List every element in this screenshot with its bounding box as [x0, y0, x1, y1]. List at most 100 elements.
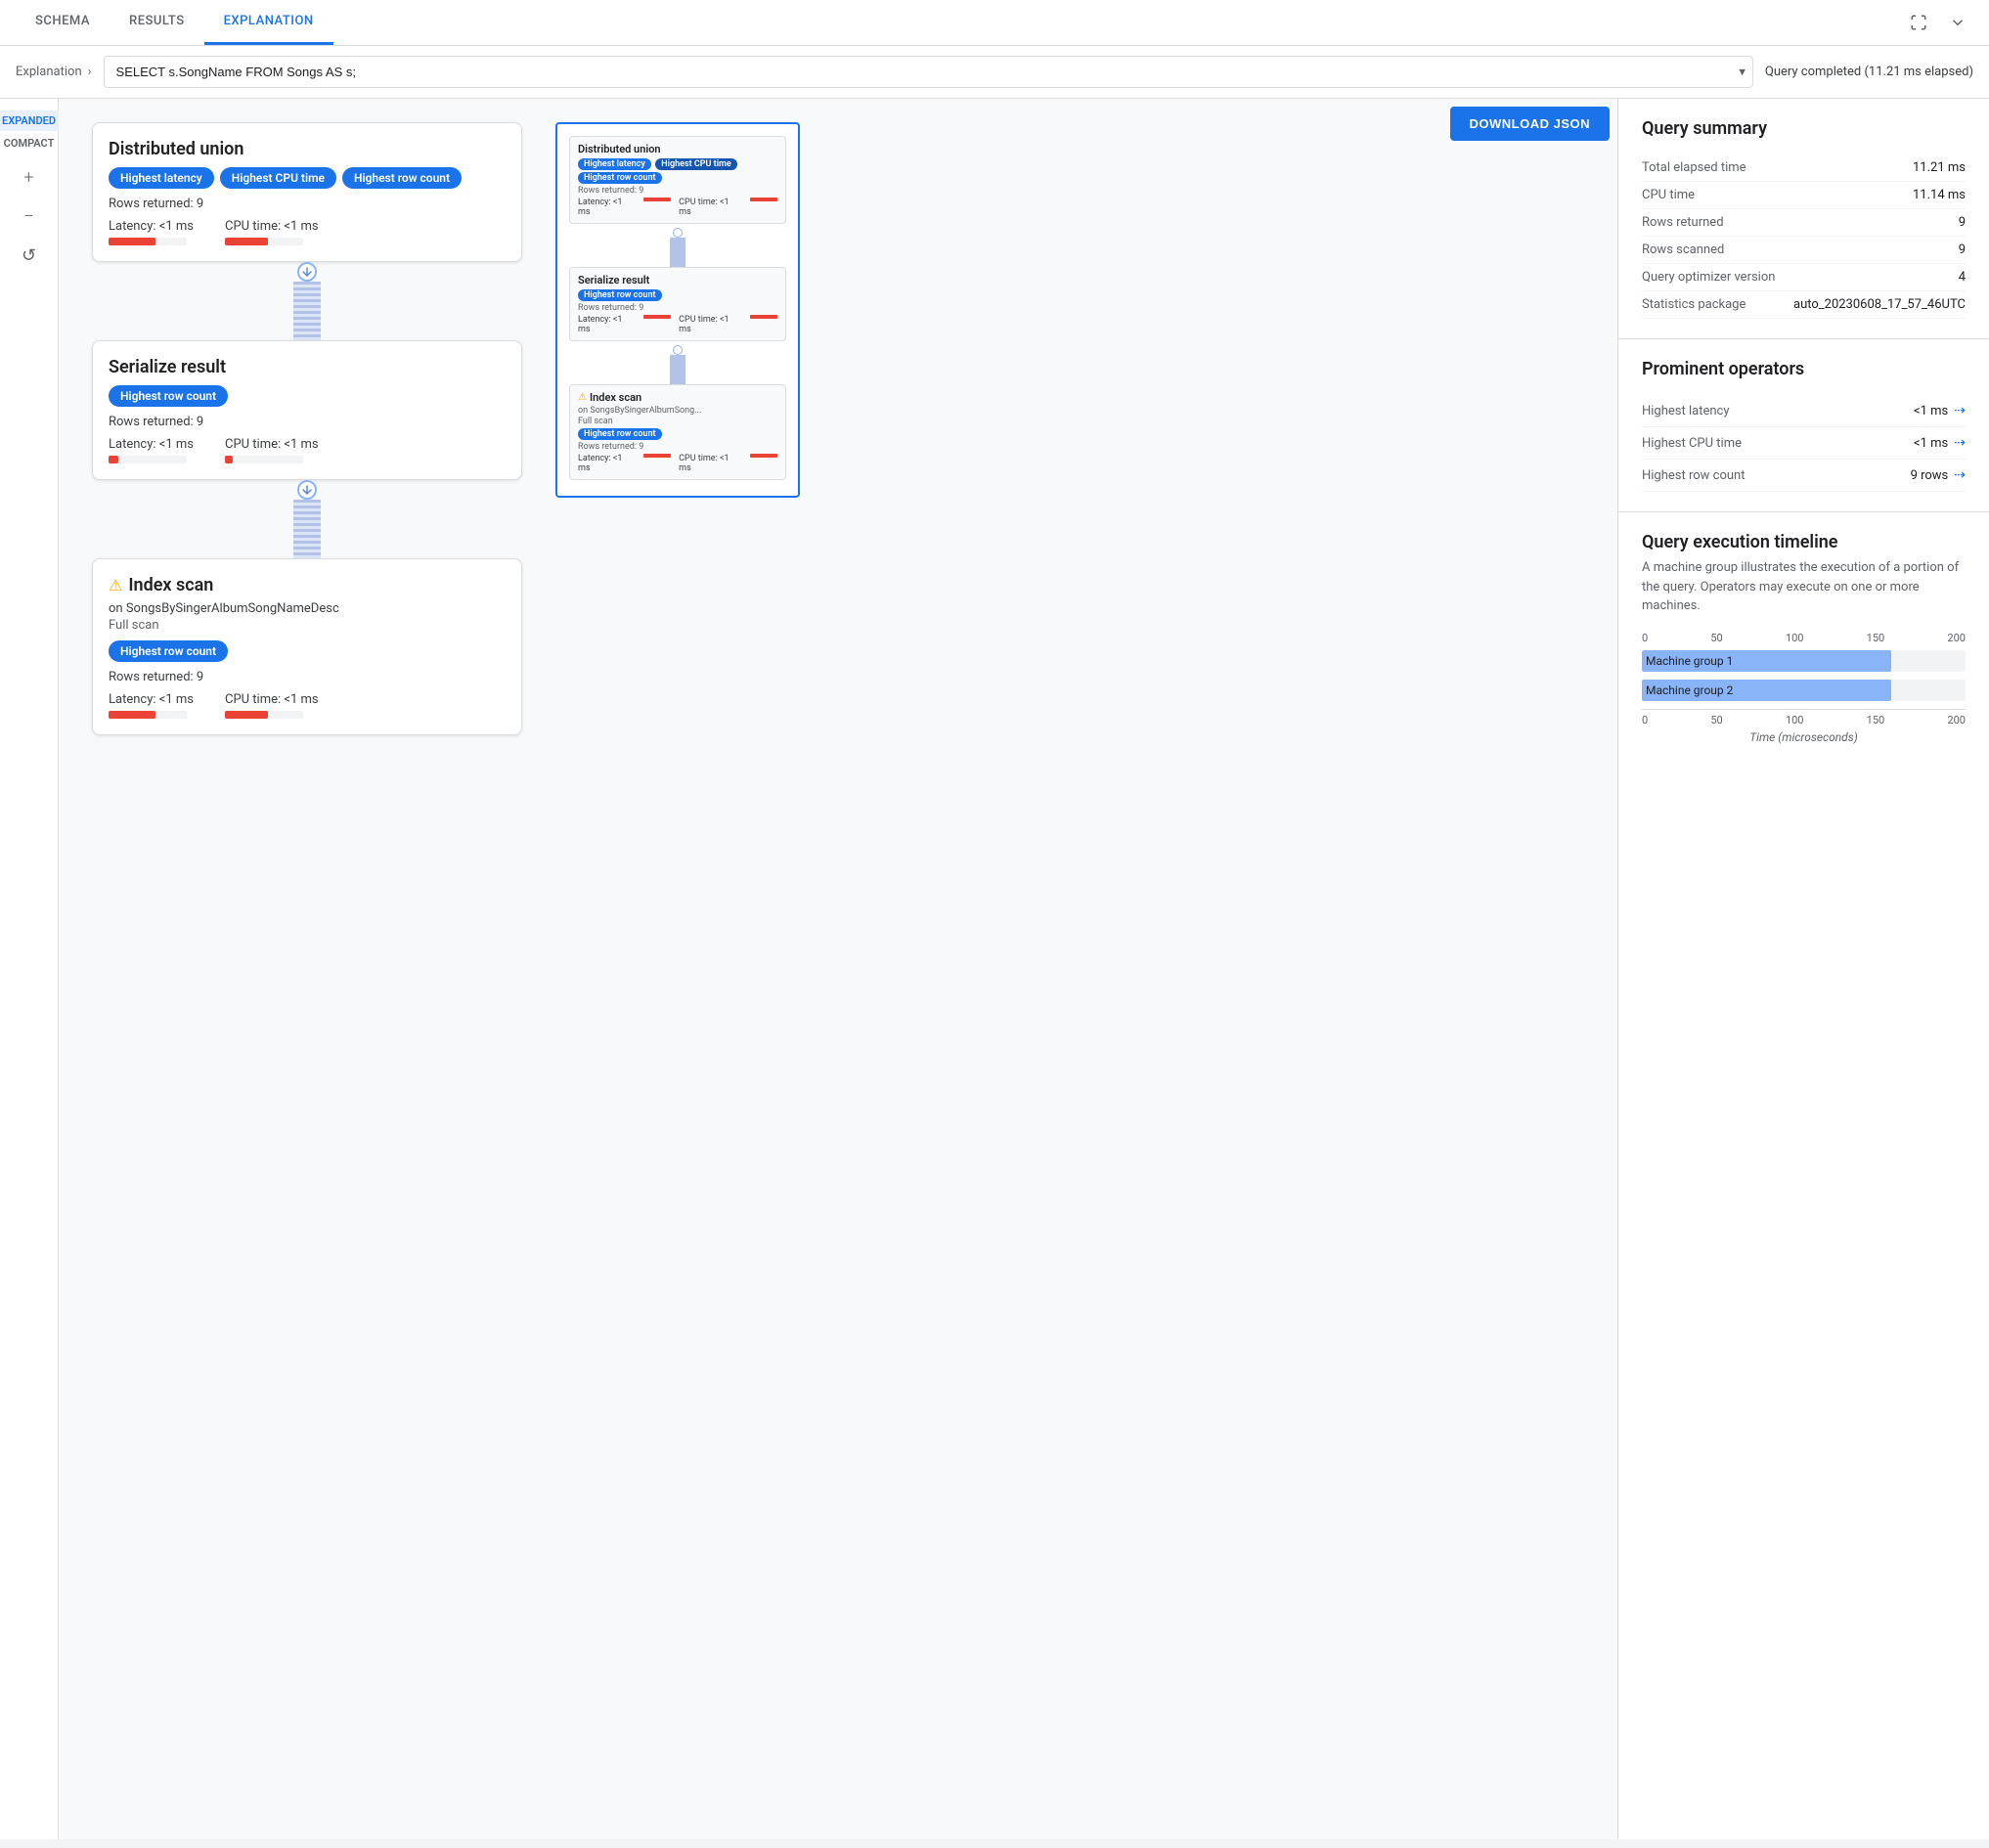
query-input-wrap: ▾	[104, 56, 1753, 88]
prominent-row-2: Highest row count 9 rows ⇢	[1642, 460, 1966, 492]
reset-icon[interactable]: ↺	[14, 240, 45, 271]
summary-row-1: CPU time 11.14 ms	[1642, 182, 1966, 209]
tabs-container: SCHEMA RESULTS EXPLANATION	[16, 0, 333, 45]
chart-bar-track-0: Machine group 1	[1642, 650, 1966, 672]
chart-bar-label-0: Machine group 1	[1646, 654, 1733, 668]
node-distributed-union[interactable]: Distributed union Highest latency Highes…	[92, 122, 522, 262]
query-summary-section: Query summary Total elapsed time 11.21 m…	[1618, 99, 1989, 339]
prominent-label-2: Highest row count	[1642, 468, 1745, 483]
mini-subtitle2-3: Full scan	[578, 417, 777, 426]
summary-label-3: Rows scanned	[1642, 242, 1724, 257]
metrics-row-2: Latency: <1 ms CPU time: <1 ms	[109, 437, 506, 463]
breadcrumb-chevron: ›	[88, 65, 92, 79]
node-subtitle-index-scan: on SongsBySingerAlbumSongNameDesc	[109, 601, 506, 616]
mini-badge-cpu: Highest CPU time	[655, 158, 736, 170]
mini-rows-2: Rows returned: 9	[578, 303, 777, 313]
chart-row-0: Machine group 1	[1642, 650, 1966, 672]
cpu-bar-1	[225, 238, 268, 245]
query-input[interactable]	[104, 56, 1753, 88]
cpu-label-1: CPU time: <1 ms	[225, 219, 319, 234]
breadcrumb: Explanation ›	[16, 65, 92, 79]
prominent-operators-title: Prominent operators	[1642, 359, 1966, 379]
node-title-serialize: Serialize result	[109, 357, 506, 377]
chart-bars: Machine group 1 Machine group 2	[1642, 650, 1966, 701]
mini-cpu-bar-3	[750, 454, 777, 458]
summary-row-0: Total elapsed time 11.21 ms	[1642, 154, 1966, 182]
rows-returned-3: Rows returned: 9	[109, 670, 506, 684]
prominent-value-2: 9 rows ⇢	[1911, 467, 1966, 483]
zoom-in-icon[interactable]: +	[14, 161, 45, 193]
node-index-scan[interactable]: ⚠ Index scan on SongsBySingerAlbumSongNa…	[92, 558, 522, 735]
prominent-operators-section: Prominent operators Highest latency <1 m…	[1618, 339, 1989, 512]
download-json-button[interactable]: DOWNLOAD JSON	[1450, 107, 1611, 141]
summary-row-3: Rows scanned 9	[1642, 237, 1966, 264]
right-panel: Query summary Total elapsed time 11.21 m…	[1617, 99, 1989, 1839]
query-dropdown-icon[interactable]: ▾	[1739, 65, 1746, 79]
mini-metrics-1: Latency: <1 ms CPU time: <1 ms	[578, 198, 777, 217]
badge-highest-row-count-1[interactable]: Highest row count	[342, 167, 462, 189]
chart-row-1: Machine group 2	[1642, 680, 1966, 701]
tab-results[interactable]: RESULTS	[110, 0, 204, 45]
node-badges-distributed-union: Highest latency Highest CPU time Highest…	[109, 167, 506, 189]
link-icon-0[interactable]: ⇢	[1954, 403, 1966, 418]
diagram-area: DOWNLOAD JSON Distributed union Highest …	[59, 99, 1617, 1839]
cpu-bar-3	[225, 711, 268, 719]
latency-bar-wrap-1	[109, 238, 187, 245]
summary-row-5: Statistics package auto_20230608_17_57_4…	[1642, 291, 1966, 319]
mini-latency-bar-1	[643, 198, 671, 201]
x-label-4: 200	[1947, 632, 1966, 644]
node-badges-serialize: Highest row count	[109, 385, 506, 407]
summary-label-4: Query optimizer version	[1642, 270, 1775, 285]
x-label-bottom-1: 50	[1710, 714, 1722, 726]
latency-bar-wrap-3	[109, 711, 187, 719]
mini-connector-bar-1	[670, 238, 685, 267]
x-label-2: 100	[1786, 632, 1804, 644]
timeline-title: Query execution timeline	[1642, 532, 1966, 552]
summary-label-0: Total elapsed time	[1642, 160, 1746, 175]
connector-1	[293, 262, 321, 340]
mini-subtitle-3: on SongsBySingerAlbumSong...	[578, 406, 777, 416]
cpu-metric-3: CPU time: <1 ms	[225, 692, 319, 719]
x-label-bottom-2: 100	[1786, 714, 1804, 726]
rows-returned-2: Rows returned: 9	[109, 415, 506, 429]
tab-explanation[interactable]: EXPLANATION	[204, 0, 333, 45]
summary-value-5: auto_20230608_17_57_46UTC	[1793, 297, 1966, 312]
diagram-container: Distributed union Highest latency Highes…	[82, 122, 1594, 735]
badge-highest-row-count-3[interactable]: Highest row count	[109, 640, 228, 662]
summary-value-0: 11.21 ms	[1913, 160, 1966, 175]
node-title-index-scan: Index scan	[128, 575, 213, 595]
link-icon-2[interactable]: ⇢	[1954, 467, 1966, 483]
mini-node-3: ⚠ Index scan on SongsBySingerAlbumSong..…	[569, 384, 786, 480]
left-sidebar: EXPANDED COMPACT + − ↺	[0, 99, 59, 1839]
chevron-down-icon[interactable]	[1942, 7, 1973, 38]
mini-node-1: Distributed union Highest latency Highes…	[569, 136, 786, 224]
badge-highest-cpu-time[interactable]: Highest CPU time	[220, 167, 336, 189]
summary-value-4: 4	[1959, 270, 1966, 285]
badge-highest-row-count-2[interactable]: Highest row count	[109, 385, 228, 407]
link-icon-1[interactable]: ⇢	[1954, 435, 1966, 451]
badge-highest-latency[interactable]: Highest latency	[109, 167, 214, 189]
chart-area: 0 50 100 150 200 Machine group 1	[1642, 632, 1966, 744]
cpu-bar-wrap-3	[225, 711, 303, 719]
zoom-out-icon[interactable]: −	[14, 200, 45, 232]
expanded-btn[interactable]: EXPANDED	[0, 110, 64, 131]
timeline-desc: A machine group illustrates the executio…	[1642, 558, 1966, 616]
x-label-bottom-0: 0	[1642, 714, 1648, 726]
tab-schema[interactable]: SCHEMA	[16, 0, 110, 45]
connector-bar-2	[293, 500, 321, 558]
cpu-metric-2: CPU time: <1 ms	[225, 437, 319, 463]
compact-btn[interactable]: COMPACT	[0, 133, 64, 154]
latency-bar-wrap-2	[109, 456, 187, 463]
cpu-metric-1: CPU time: <1 ms	[225, 219, 319, 245]
latency-metric-3: Latency: <1 ms	[109, 692, 194, 719]
mini-metrics-3: Latency: <1 ms CPU time: <1 ms	[578, 454, 777, 473]
rows-returned-1: Rows returned: 9	[109, 197, 506, 211]
main-area: EXPANDED COMPACT + − ↺ DOWNLOAD JSON Dis…	[0, 99, 1989, 1839]
x-label-bottom-3: 150	[1867, 714, 1885, 726]
chart-x-title: Time (microseconds)	[1642, 730, 1966, 744]
mini-badge-rowcount-3: Highest row count	[578, 428, 662, 440]
summary-label-5: Statistics package	[1642, 297, 1746, 312]
query-status: Query completed (11.21 ms elapsed)	[1765, 65, 1973, 79]
fullscreen-icon[interactable]	[1903, 7, 1934, 38]
node-serialize-result[interactable]: Serialize result Highest row count Rows …	[92, 340, 522, 480]
